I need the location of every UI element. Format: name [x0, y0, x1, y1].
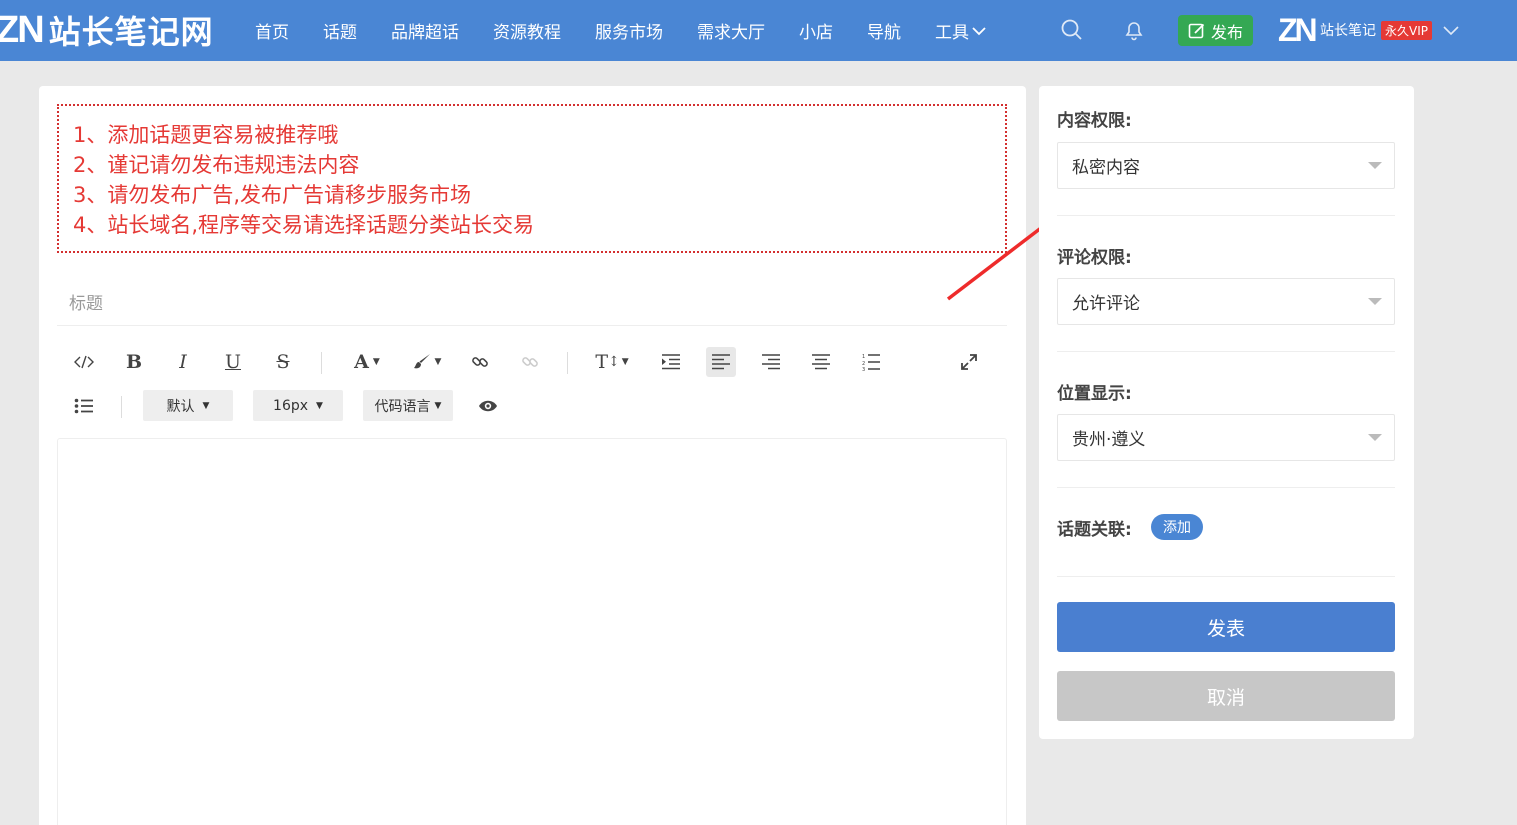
location-value: 贵州·遵义 [1072, 430, 1146, 450]
bullet-list-icon[interactable] [69, 391, 99, 421]
nav-shop[interactable]: 小店 [799, 18, 833, 43]
divider [1057, 487, 1395, 488]
code-language-select[interactable]: 代码语言 ▼ [363, 390, 453, 421]
location-select[interactable]: 贵州·遵义 [1057, 414, 1395, 461]
align-left-icon[interactable] [706, 347, 736, 377]
submit-button[interactable]: 发表 [1057, 602, 1395, 652]
nav-tools[interactable]: 工具 [935, 18, 986, 43]
italic-button[interactable]: I [168, 347, 198, 377]
bold-button[interactable]: B [119, 347, 149, 377]
font-color-button[interactable]: A ▼ [347, 347, 387, 377]
dropdown-arrow-icon [1368, 162, 1382, 169]
notice-line: 2、谨记请勿发布违规违法内容 [73, 153, 360, 177]
heading-button[interactable]: T ↕ ▼ [592, 347, 632, 377]
brush-icon [413, 354, 430, 369]
font-color-label: A [354, 351, 369, 373]
background-color-button[interactable]: ▼ [407, 347, 447, 377]
nav-navigation[interactable]: 导航 [867, 18, 901, 43]
caret-down-icon: ▼ [621, 357, 629, 367]
nav-tools-label: 工具 [935, 23, 969, 43]
fullscreen-icon[interactable] [954, 347, 984, 377]
main-nav: 首页 话题 品牌超话 资源教程 服务市场 需求大厅 小店 导航 工具 [238, 0, 1003, 61]
site-name: 站长笔记网 [48, 13, 214, 51]
svg-text:3: 3 [862, 367, 865, 371]
align-center-icon[interactable] [806, 347, 836, 377]
comment-permission-select[interactable]: 允许评论 [1057, 278, 1395, 325]
toolbar-row-2: 默认 ▼ 16px ▼ 代码语言 ▼ [57, 384, 1007, 428]
content-permission-label: 内容权限: [1057, 111, 1132, 131]
strikethrough-button[interactable]: S [268, 347, 298, 377]
site-logo[interactable]: ZN 站长笔记网 [0, 8, 214, 52]
code-language-value: 代码语言 [374, 398, 431, 415]
content-permission-value: 私密内容 [1072, 158, 1140, 178]
topic-link-label: 话题关联: [1057, 520, 1132, 540]
link-icon[interactable] [465, 347, 495, 377]
font-size-value: 16px [273, 397, 309, 414]
caret-down-icon: ▼ [434, 400, 442, 411]
chevron-down-icon [972, 26, 986, 35]
title-input[interactable] [57, 282, 1007, 326]
caret-down-icon: ▼ [434, 357, 442, 367]
dropdown-arrow-icon [1368, 298, 1382, 305]
search-icon[interactable] [1060, 18, 1084, 42]
indent-icon[interactable] [656, 347, 686, 377]
editor-toolbar: B I U S A ▼ ▼ T ↕ ▼ 1 2 3 默认 ▼ 16px ▼ 代码… [57, 340, 1007, 428]
text-size-icon: ↕ [608, 354, 620, 370]
toolbar-divider [321, 352, 322, 374]
user-name: 站长笔记 [1320, 23, 1376, 39]
nav-topics[interactable]: 话题 [323, 18, 357, 43]
toolbar-divider [121, 396, 122, 418]
publish-button[interactable]: 发布 [1178, 15, 1253, 46]
vip-badge: 永久VIP [1381, 20, 1432, 40]
nav-demand-hall[interactable]: 需求大厅 [697, 18, 765, 43]
notice-line: 1、添加话题更容易被推荐哦 [73, 123, 339, 147]
font-family-value: 默认 [166, 398, 195, 415]
caret-down-icon: ▼ [202, 400, 210, 411]
align-right-icon[interactable] [756, 347, 786, 377]
nav-brand-topics[interactable]: 品牌超话 [391, 18, 459, 43]
caret-down-icon: ▼ [372, 357, 380, 367]
toolbar-divider [567, 352, 568, 374]
cancel-button[interactable]: 取消 [1057, 671, 1395, 721]
notice-line: 3、请勿发布广告,发布广告请移步服务市场 [73, 183, 472, 207]
settings-sidebar: 内容权限: 私密内容 评论权限: 允许评论 位置显示: 贵州·遵义 话题关联: … [1039, 86, 1414, 739]
content-permission-select[interactable]: 私密内容 [1057, 142, 1395, 189]
divider [1057, 576, 1395, 577]
notice-line: 4、站长域名,程序等交易请选择话题分类站长交易 [73, 213, 535, 237]
ordered-list-icon[interactable]: 123 [856, 347, 886, 377]
heading-label: T [595, 351, 609, 373]
add-topic-button[interactable]: 添加 [1151, 514, 1203, 540]
comment-permission-label: 评论权限: [1057, 248, 1132, 268]
divider [1057, 215, 1395, 216]
logo-mark: ZN [0, 8, 45, 51]
caret-down-icon: ▼ [316, 400, 323, 411]
font-size-select[interactable]: 16px ▼ [253, 390, 343, 421]
chevron-down-icon [1443, 26, 1459, 36]
avatar: ZN [1278, 11, 1318, 48]
editor-content-area[interactable] [57, 438, 1007, 825]
bell-icon[interactable] [1122, 18, 1146, 42]
nav-resources[interactable]: 资源教程 [493, 18, 561, 43]
location-label: 位置显示: [1057, 384, 1132, 404]
posting-notice: 1、添加话题更容易被推荐哦 2、谨记请勿发布违规违法内容 3、请勿发布广告,发布… [57, 104, 1007, 253]
eye-icon[interactable] [473, 391, 503, 421]
svg-text:1: 1 [862, 354, 865, 360]
comment-permission-value: 允许评论 [1072, 294, 1140, 314]
edit-icon [1188, 23, 1205, 38]
top-header: ZN 站长笔记网 首页 话题 品牌超话 资源教程 服务市场 需求大厅 小店 导航… [0, 0, 1517, 61]
editor-card: 1、添加话题更容易被推荐哦 2、谨记请勿发布违规违法内容 3、请勿发布广告,发布… [39, 86, 1026, 825]
publish-label: 发布 [1210, 22, 1243, 42]
underline-button[interactable]: U [218, 347, 248, 377]
toolbar-row-1: B I U S A ▼ ▼ T ↕ ▼ 1 2 3 [57, 340, 1007, 384]
nav-home[interactable]: 首页 [255, 18, 289, 43]
nav-service-market[interactable]: 服务市场 [595, 18, 663, 43]
divider [1057, 351, 1395, 352]
user-menu[interactable]: ZN 站长笔记 永久VIP [1278, 12, 1460, 48]
unlink-icon[interactable] [515, 347, 545, 377]
code-view-icon[interactable] [69, 347, 99, 377]
dropdown-arrow-icon [1368, 434, 1382, 441]
font-family-select[interactable]: 默认 ▼ [143, 390, 233, 421]
